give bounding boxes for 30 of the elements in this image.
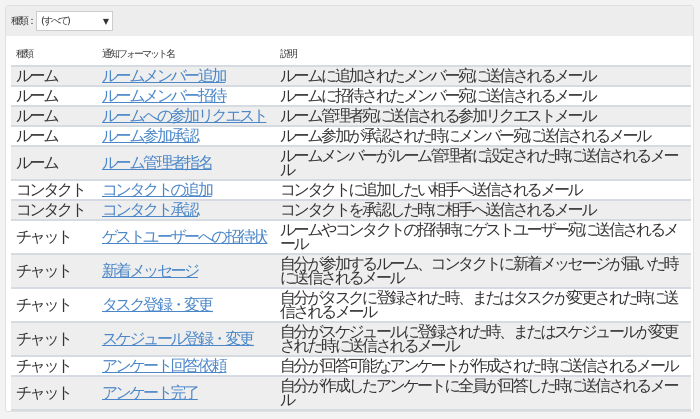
table-cell: コンタクトに追加したい相手へ送信されるメール <box>275 180 691 200</box>
table-cell: チャット <box>11 322 97 356</box>
table-cell: チャット <box>11 356 97 376</box>
table-cell: ルーム <box>11 66 97 86</box>
table-cell: チャット <box>11 220 97 254</box>
table-cell: コンタクトを承認した時に相手へ送信されるメール <box>275 200 691 220</box>
table-cell: 自分が参加するルーム、コンタクトに新着メッセージが届いた時に送信されるメール <box>275 254 691 288</box>
table-cell: ルーム参加が承認された時にメンバー宛に送信されるメール <box>275 126 691 146</box>
table-cell: チャット <box>11 254 97 288</box>
table-cell: 自分が回答可能なアンケートが作成された時に送信されるメール <box>275 356 691 376</box>
table-cell: チャット <box>11 376 97 410</box>
table-cell: ルーム <box>11 86 97 106</box>
format-link[interactable]: ゲストユーザーへの招待状 <box>102 227 266 246</box>
type-dropdown[interactable]: (すべて) ▼ <box>36 11 113 31</box>
table-cell: 自分が作成したアンケートに全員が回答した時に送信されるメール <box>275 376 691 410</box>
table-cell: ルームメンバーがルーム管理者に設定された時に送信されるメール <box>275 146 691 180</box>
format-link[interactable]: タスク登録・変更 <box>102 295 212 314</box>
table-cell: ルーム <box>11 106 97 126</box>
table-cell: ルームに追加されたメンバー宛に送信されるメール <box>275 66 691 86</box>
table-cell: ルーム <box>11 126 97 146</box>
table-cell: コンタクト <box>11 200 97 220</box>
filter-label: 種類： <box>11 14 35 28</box>
table-cell: 自分がスケジュールに登録された時、またはスケジュールが変更された時に送信されるメール <box>275 322 691 356</box>
table-cell: 自分がタスクに登録された時、またはタスクが変更された時に送信されるメール <box>275 288 691 322</box>
table-cell: チャット <box>11 288 97 322</box>
table-cell: コンタクト <box>11 180 97 200</box>
table-cell: ルーム <box>11 146 97 180</box>
table-cell: ルームやコンタクトの招待時にゲストユーザー宛に送信されるメール <box>275 220 691 254</box>
table-cell: ルームに招待されたメンバー宛に送信されるメール <box>275 86 691 106</box>
table-cell: ルーム管理者宛に送信される参加リクエストメール <box>275 106 691 126</box>
